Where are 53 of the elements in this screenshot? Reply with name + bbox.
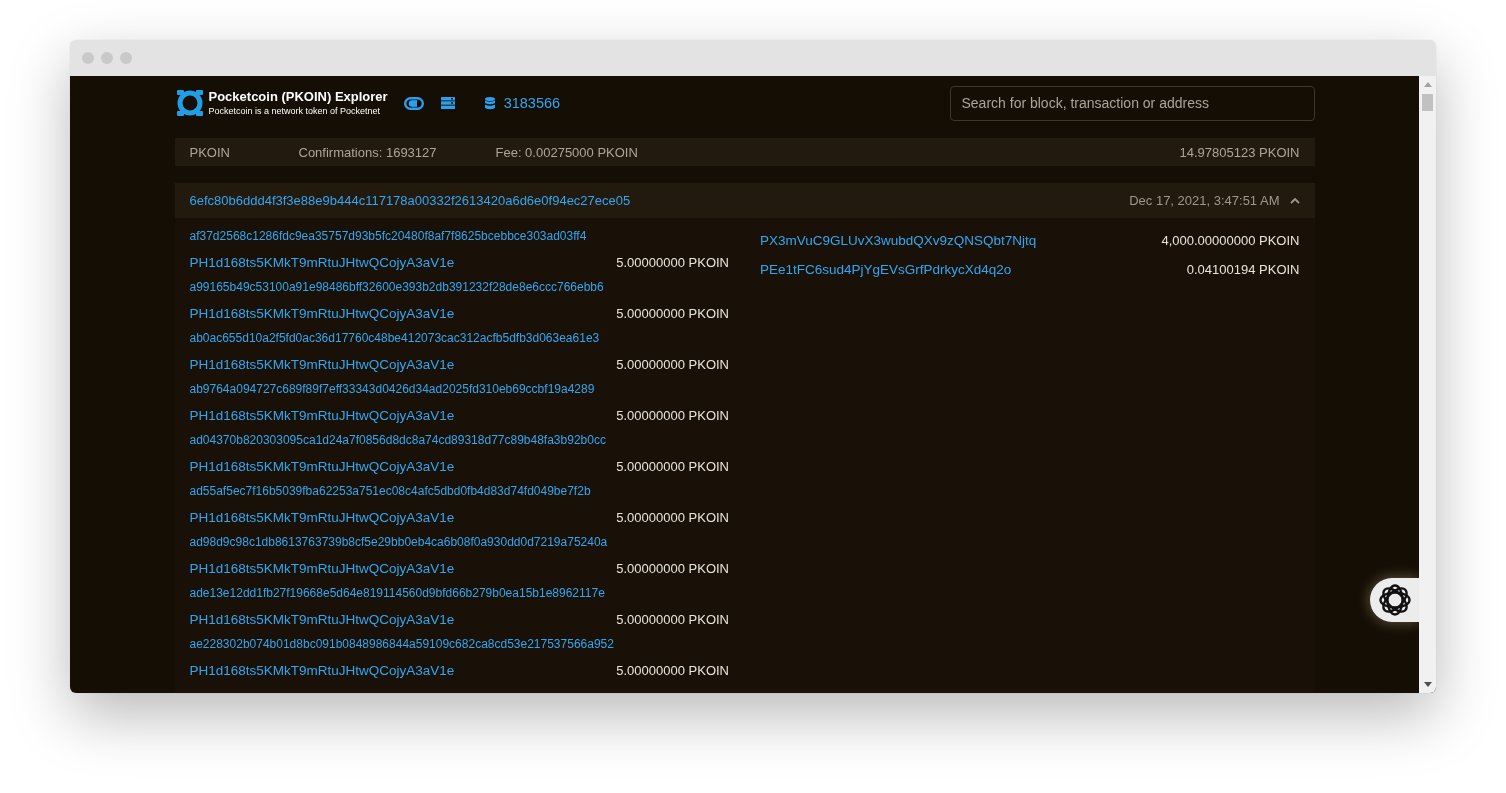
amount-text: 5.00000000 PKOIN	[616, 407, 729, 423]
assistant-button[interactable]	[1370, 578, 1419, 622]
site-title: Pocketcoin (PKOIN) Explorer	[208, 90, 388, 104]
amount-text: 5.00000000 PKOIN	[616, 611, 729, 627]
toggle-icon[interactable]	[403, 96, 424, 110]
input-txid-link[interactable]: ad04370b820303095ca1d24a7f0856d8dc8a74cd89318d77c89b48fa3b92b0cc	[189, 428, 606, 453]
address-link[interactable]: PH1d168ts5KMkT9mRtuJHtwQCojyA3aV1e	[189, 509, 455, 525]
arrow-down-icon[interactable]	[1423, 682, 1432, 687]
address-link[interactable]: PH1d168ts5KMkT9mRtuJHtwQCojyA3aV1e	[189, 305, 455, 321]
chevron-up-icon[interactable]	[1289, 197, 1300, 204]
logo-icon[interactable]	[174, 88, 205, 118]
window-dot-icon[interactable]	[82, 52, 94, 64]
address-link[interactable]: PH1d168ts5KMkT9mRtuJHtwQCojyA3aV1e	[189, 407, 455, 423]
amount-text: 5.00000000 PKOIN	[616, 560, 729, 576]
flower-icon	[1379, 584, 1411, 616]
transaction-hash-link[interactable]: 6efc80b6ddd4f3f3e88e9b444c117178a00332f2613420a6d6e0f94ec27ece05	[189, 193, 631, 208]
address-link[interactable]: PH1d168ts5KMkT9mRtuJHtwQCojyA3aV1e	[189, 611, 455, 627]
input-txid-link[interactable]: ade13e12dd1fb27f19668e5d64e819114560d9bfd66b279b0ea15b1e8962117e	[189, 581, 605, 606]
address-link[interactable]: PX3mVuC9GLUvX3wubdQXv9zQNSQbt7Njtq	[760, 233, 1037, 248]
total-amount-text: 14.97805123 PKOIN	[1179, 144, 1300, 160]
fee-text: Fee: 0.00275000 PKOIN	[495, 144, 638, 160]
address-link[interactable]: PEe1tFC6sud4PjYgEVsGrfPdrkycXd4q2o	[760, 262, 1012, 277]
server-icon[interactable]	[440, 97, 455, 109]
database-icon[interactable]	[484, 96, 495, 110]
input-txid-link[interactable]: af37d2568c1286fdc9ea35757d93b5fc20480f8af7f8625bcebbce303ad03ff4	[189, 224, 587, 249]
window-dot-icon[interactable]	[101, 52, 113, 64]
confirmations-text: Confirmations: 1693127	[298, 144, 438, 160]
amount-text: 4,000.00000000 PKOIN	[1161, 233, 1300, 248]
amount-text: 5.00000000 PKOIN	[616, 458, 729, 474]
address-link[interactable]: PH1d168ts5KMkT9mRtuJHtwQCojyA3aV1e	[189, 560, 455, 576]
input-txid-link[interactable]: ab0ac655d10a2f5fd0ac36d17760c48be412073cac312acfb5dfb3d063ea61e3	[189, 326, 600, 351]
input-txid-link[interactable]: ad98d9c98c1db8613763739b8cf5e29bb0eb4ca6b08f0a930dd0d7219a75240a	[189, 530, 608, 555]
address-link[interactable]: PH1d168ts5KMkT9mRtuJHtwQCojyA3aV1e	[189, 356, 455, 372]
address-link[interactable]: PH1d168ts5KMkT9mRtuJHtwQCojyA3aV1e	[189, 254, 455, 270]
window-dot-icon[interactable]	[120, 52, 132, 64]
site-subtitle: Pocketcoin is a network token of Pocketnet	[208, 106, 382, 116]
amount-text: 5.00000000 PKOIN	[616, 509, 729, 525]
address-link[interactable]: PH1d168ts5KMkT9mRtuJHtwQCojyA3aV1e	[189, 662, 455, 678]
input-txid-link[interactable]: ab9764a094727c689f89f7eff33343d0426d34ad2025fd310eb69ccbf19a4289	[189, 377, 595, 402]
scrollbar-thumb[interactable]	[1422, 94, 1433, 111]
amount-text: 5.00000000 PKOIN	[616, 356, 729, 372]
input-txid-link[interactable]: a99165b49c53100a91e98486bff32600e393b2db391232f28de8e6ccc766ebb6	[189, 275, 604, 300]
coin-label: PKOIN	[189, 144, 231, 160]
amount-text: 5.00000000 PKOIN	[616, 305, 729, 321]
search-field[interactable]: Search for block, transaction or address	[949, 85, 1315, 121]
amount-text: 5.00000000 PKOIN	[616, 662, 729, 678]
amount-text: 5.00000000 PKOIN	[616, 254, 729, 270]
amount-text: 0.04100194 PKOIN	[1186, 262, 1300, 277]
block-height-link[interactable]: 3183566	[503, 95, 561, 111]
address-link[interactable]: PH1d168ts5KMkT9mRtuJHtwQCojyA3aV1e	[189, 458, 455, 474]
input-txid-link[interactable]: ae228302b074b01d8bc091b0848986844a59109c682ca8cd53e217537566a952	[189, 632, 614, 657]
input-txid-link[interactable]: ad55af5ec7f16b5039fba62253a751ec08c4afc5dbd0fb4d83d74fd049be7f2b	[189, 479, 591, 504]
transaction-date: Dec 17, 2021, 3:47:51 AM	[1129, 193, 1280, 208]
